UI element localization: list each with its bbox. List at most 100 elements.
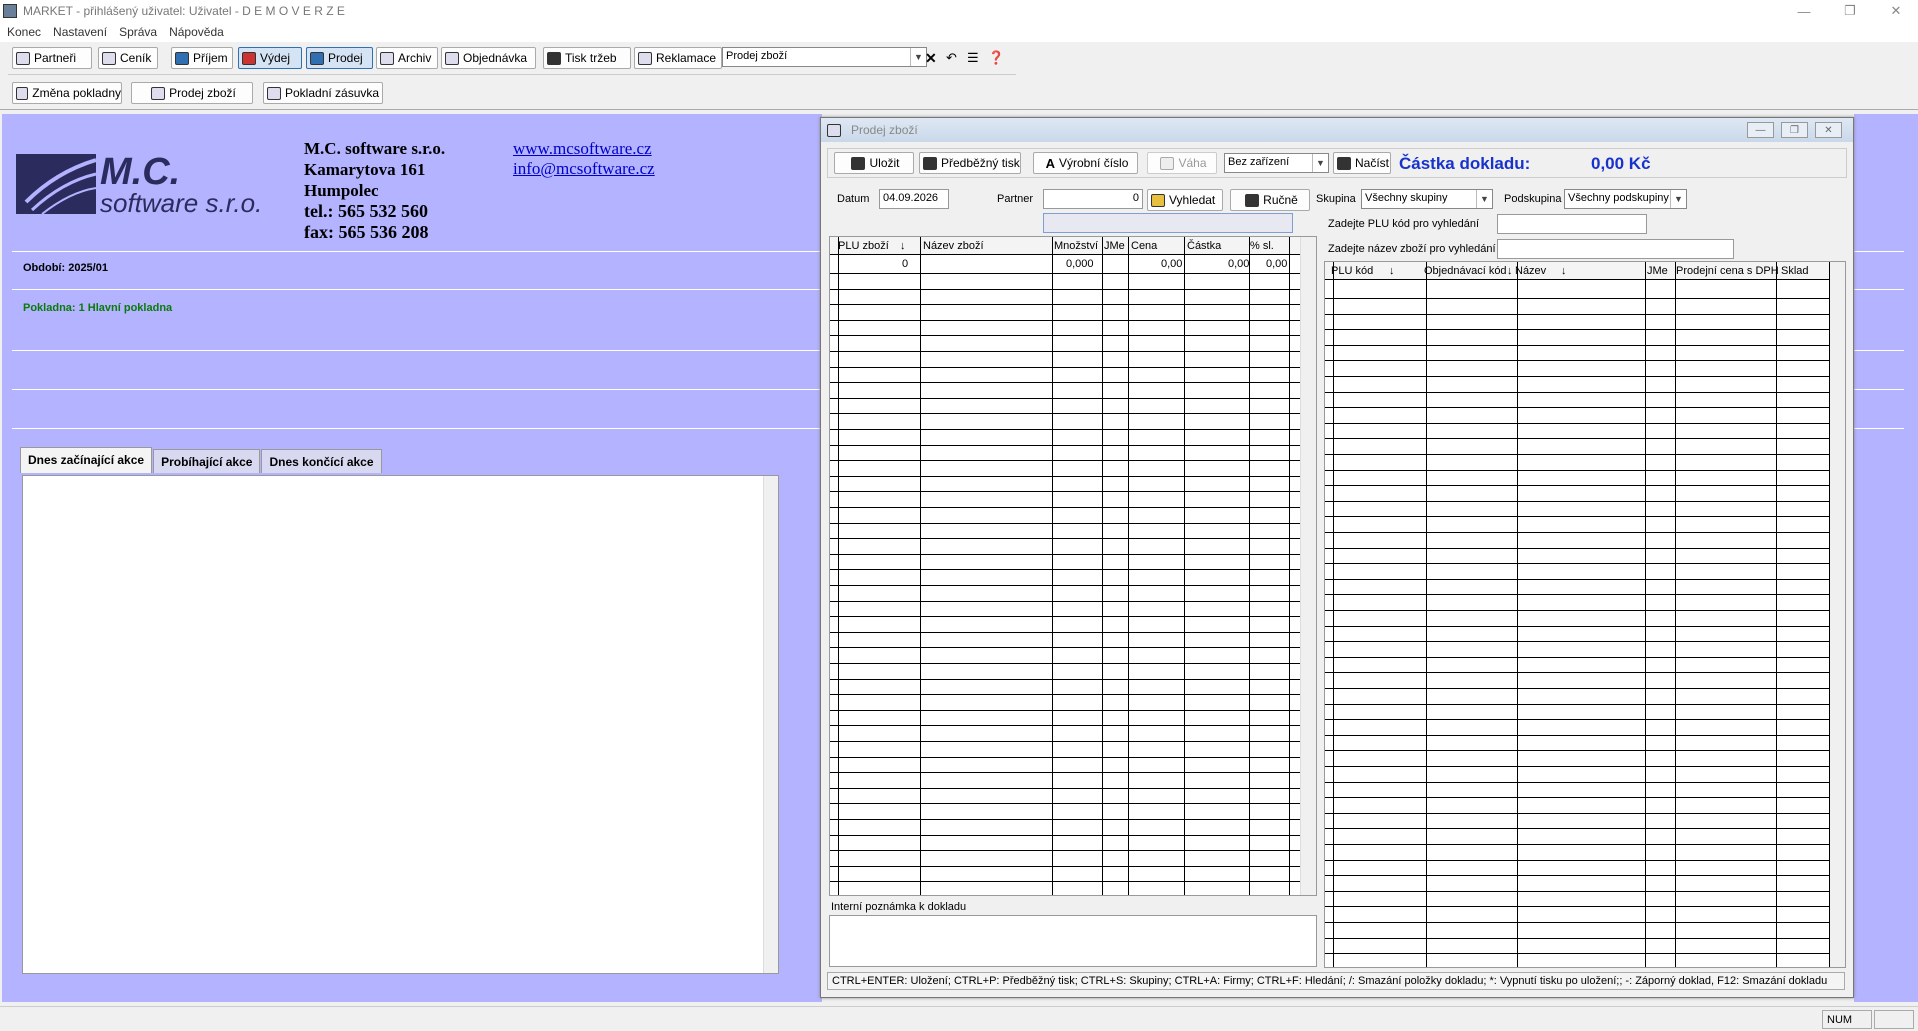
catalog-grid-header: PLU kód ↓ Objednávací kód ↓ Název ↓ JMe … — [1325, 262, 1845, 280]
dialog-minimize-button[interactable]: — — [1747, 122, 1774, 138]
prodej-zbozi-button[interactable]: Prodej zboží — [131, 82, 253, 104]
col-castka[interactable]: Částka — [1187, 240, 1221, 252]
sort-arrow-icon[interactable]: ↓ — [900, 240, 906, 252]
cenik-button[interactable]: Ceník — [98, 47, 158, 69]
partner-field[interactable]: 0 — [1043, 189, 1143, 209]
secondary-toolbar: Změna pokladny Prodej zboží Pokladní zás… — [0, 78, 1918, 110]
col-objednavaci-kod[interactable]: Objednávací kód — [1424, 265, 1507, 277]
items-first-row[interactable]: 0 0,000 0,00 0,00 0,00 — [830, 256, 1316, 273]
company-name: M.C. software s.r.o. — [304, 139, 446, 158]
help-icon[interactable]: ❓ — [985, 47, 1004, 69]
vaha-button[interactable]: Váha — [1147, 152, 1217, 174]
status-bar: NUM — [0, 1006, 1918, 1031]
col-prodejni-cena[interactable]: Prodejní cena s DPH — [1676, 265, 1779, 277]
grid-row-line — [830, 741, 1300, 742]
grid-row-line — [1325, 485, 1829, 487]
nacist-button[interactable]: Načíst — [1333, 152, 1391, 174]
vyrobni-cislo-button[interactable]: A Výrobní číslo — [1033, 152, 1138, 174]
device-select[interactable]: Bez zařízení ▼ — [1224, 153, 1329, 173]
podskupina-select[interactable]: Všechny podskupiny ▼ — [1564, 189, 1687, 209]
menu-napoveda[interactable]: Nápověda — [169, 25, 224, 39]
rucne-button[interactable]: Ručně — [1230, 189, 1310, 211]
archiv-button[interactable]: Archiv — [376, 47, 438, 69]
tab-dnes-koncici[interactable]: Dnes končící akce — [261, 449, 382, 473]
undo-icon[interactable]: ↶ — [943, 47, 961, 69]
partneri-button[interactable]: Partneři — [12, 47, 92, 69]
prodej-button[interactable]: Prodej — [306, 47, 373, 69]
col-nazev-zbozi[interactable]: Název zboží — [923, 240, 984, 252]
col-cena[interactable]: Cena — [1131, 240, 1157, 252]
grid-row-line — [1325, 500, 1829, 502]
pokladni-zasuvka-button[interactable]: Pokladní zásuvka — [263, 82, 383, 104]
catalog-scrollbar[interactable] — [1829, 262, 1845, 967]
grid-row-line — [830, 881, 1300, 883]
cell-mnozstvi: 0,000 — [1066, 258, 1094, 270]
menu-konec[interactable]: Konec — [7, 25, 41, 39]
plu-search-input[interactable] — [1497, 214, 1647, 234]
col-sleva[interactable]: % sl. — [1250, 240, 1274, 252]
grid-row-line — [830, 819, 1300, 820]
ulozit-button[interactable]: Uložit — [834, 152, 914, 174]
grid-row-line — [1325, 656, 1829, 658]
email-link[interactable]: info@mcsoftware.cz — [513, 159, 655, 179]
objednavka-button[interactable]: Objednávka — [441, 47, 536, 69]
menu-nastaveni[interactable]: Nastavení — [53, 25, 107, 39]
vertical-scrollbar[interactable] — [763, 476, 778, 973]
grid-row-line — [830, 413, 1300, 415]
col-jme[interactable]: JMe — [1104, 240, 1125, 252]
grid-column-line — [1829, 262, 1830, 967]
plu-search-label: Zadejte PLU kód pro vyhledání — [1328, 218, 1480, 230]
company-logo: M.C. software s.r.o. — [16, 152, 262, 216]
close-button[interactable]: ✕ — [1873, 0, 1918, 22]
grid-row-line — [830, 273, 1300, 274]
tab-probihajici[interactable]: Probíhající akce — [153, 449, 261, 473]
catalog-grid[interactable]: PLU kód ↓ Objednávací kód ↓ Název ↓ JMe … — [1324, 261, 1846, 968]
tab-dnes-zacinajici[interactable]: Dnes začínající akce — [20, 447, 153, 473]
items-grid[interactable]: PLU zboží ↓ Název zboží Množství JMe Cen… — [829, 236, 1317, 896]
grid-row-line — [1325, 376, 1829, 377]
web-link[interactable]: www.mcsoftware.cz — [513, 139, 655, 159]
menu-bar: Konec Nastavení Správa Nápověda — [0, 22, 1918, 42]
complaint-icon — [638, 51, 652, 65]
partners-icon — [16, 51, 30, 65]
col-jme[interactable]: JMe — [1647, 265, 1668, 277]
dialog-maximize-button[interactable]: ❐ — [1781, 122, 1808, 138]
grid-row-line — [830, 725, 1300, 727]
dialog-title-bar: Prodej zboží — ❐ ✕ — [821, 118, 1853, 142]
name-search-input[interactable] — [1497, 239, 1734, 259]
grid-row-line — [830, 351, 1300, 352]
tisk-trzeb-button[interactable]: Tisk tržeb — [543, 47, 631, 69]
skupina-select[interactable]: Všechny skupiny ▼ — [1361, 189, 1493, 209]
list-icon[interactable]: ☰ — [964, 47, 982, 69]
partner-name-field[interactable] — [1043, 213, 1293, 233]
maximize-button[interactable]: ❐ — [1827, 0, 1873, 22]
reklamace-button[interactable]: Reklamace — [634, 47, 722, 69]
sort-arrow-icon[interactable]: ↓ — [1389, 265, 1395, 277]
vyhledat-button[interactable]: Vyhledat — [1147, 189, 1223, 211]
menu-sprava[interactable]: Správa — [119, 25, 157, 39]
grid-row-line — [1325, 672, 1829, 674]
predbezny-tisk-button[interactable]: Předběžný tisk — [919, 152, 1021, 174]
minimize-button[interactable]: — — [1781, 0, 1827, 22]
col-nazev[interactable]: Název — [1515, 265, 1546, 277]
vydej-button[interactable]: Výdej — [238, 47, 302, 69]
module-select[interactable]: Prodej zboží ▼ — [722, 47, 927, 67]
note-input[interactable] — [829, 915, 1317, 967]
zmena-pokladny-button[interactable]: Změna pokladny — [12, 82, 122, 104]
close-x-icon[interactable]: ✕ — [922, 47, 940, 69]
datum-field[interactable]: 04.09.2026 — [879, 189, 949, 209]
col-plu-kod[interactable]: PLU kód — [1331, 265, 1373, 277]
items-scrollbar[interactable] — [1300, 237, 1316, 895]
sort-arrow-icon[interactable]: ↓ — [1507, 265, 1513, 277]
chevron-down-icon: ▼ — [1476, 190, 1492, 208]
col-sklad[interactable]: Sklad — [1781, 265, 1809, 277]
grid-row-line — [1325, 547, 1829, 549]
grid-row-line — [830, 335, 1300, 337]
sort-arrow-icon[interactable]: ↓ — [1561, 265, 1567, 277]
col-plu-zbozi[interactable]: PLU zboží — [838, 240, 889, 252]
dialog-close-button[interactable]: ✕ — [1815, 122, 1842, 138]
grid-column-line — [1426, 262, 1427, 967]
shortcuts-help: CTRL+ENTER: Uložení; CTRL+P: Předběžný t… — [827, 972, 1845, 990]
col-mnozstvi[interactable]: Množství — [1054, 240, 1098, 252]
prijem-button[interactable]: Příjem — [171, 47, 233, 69]
